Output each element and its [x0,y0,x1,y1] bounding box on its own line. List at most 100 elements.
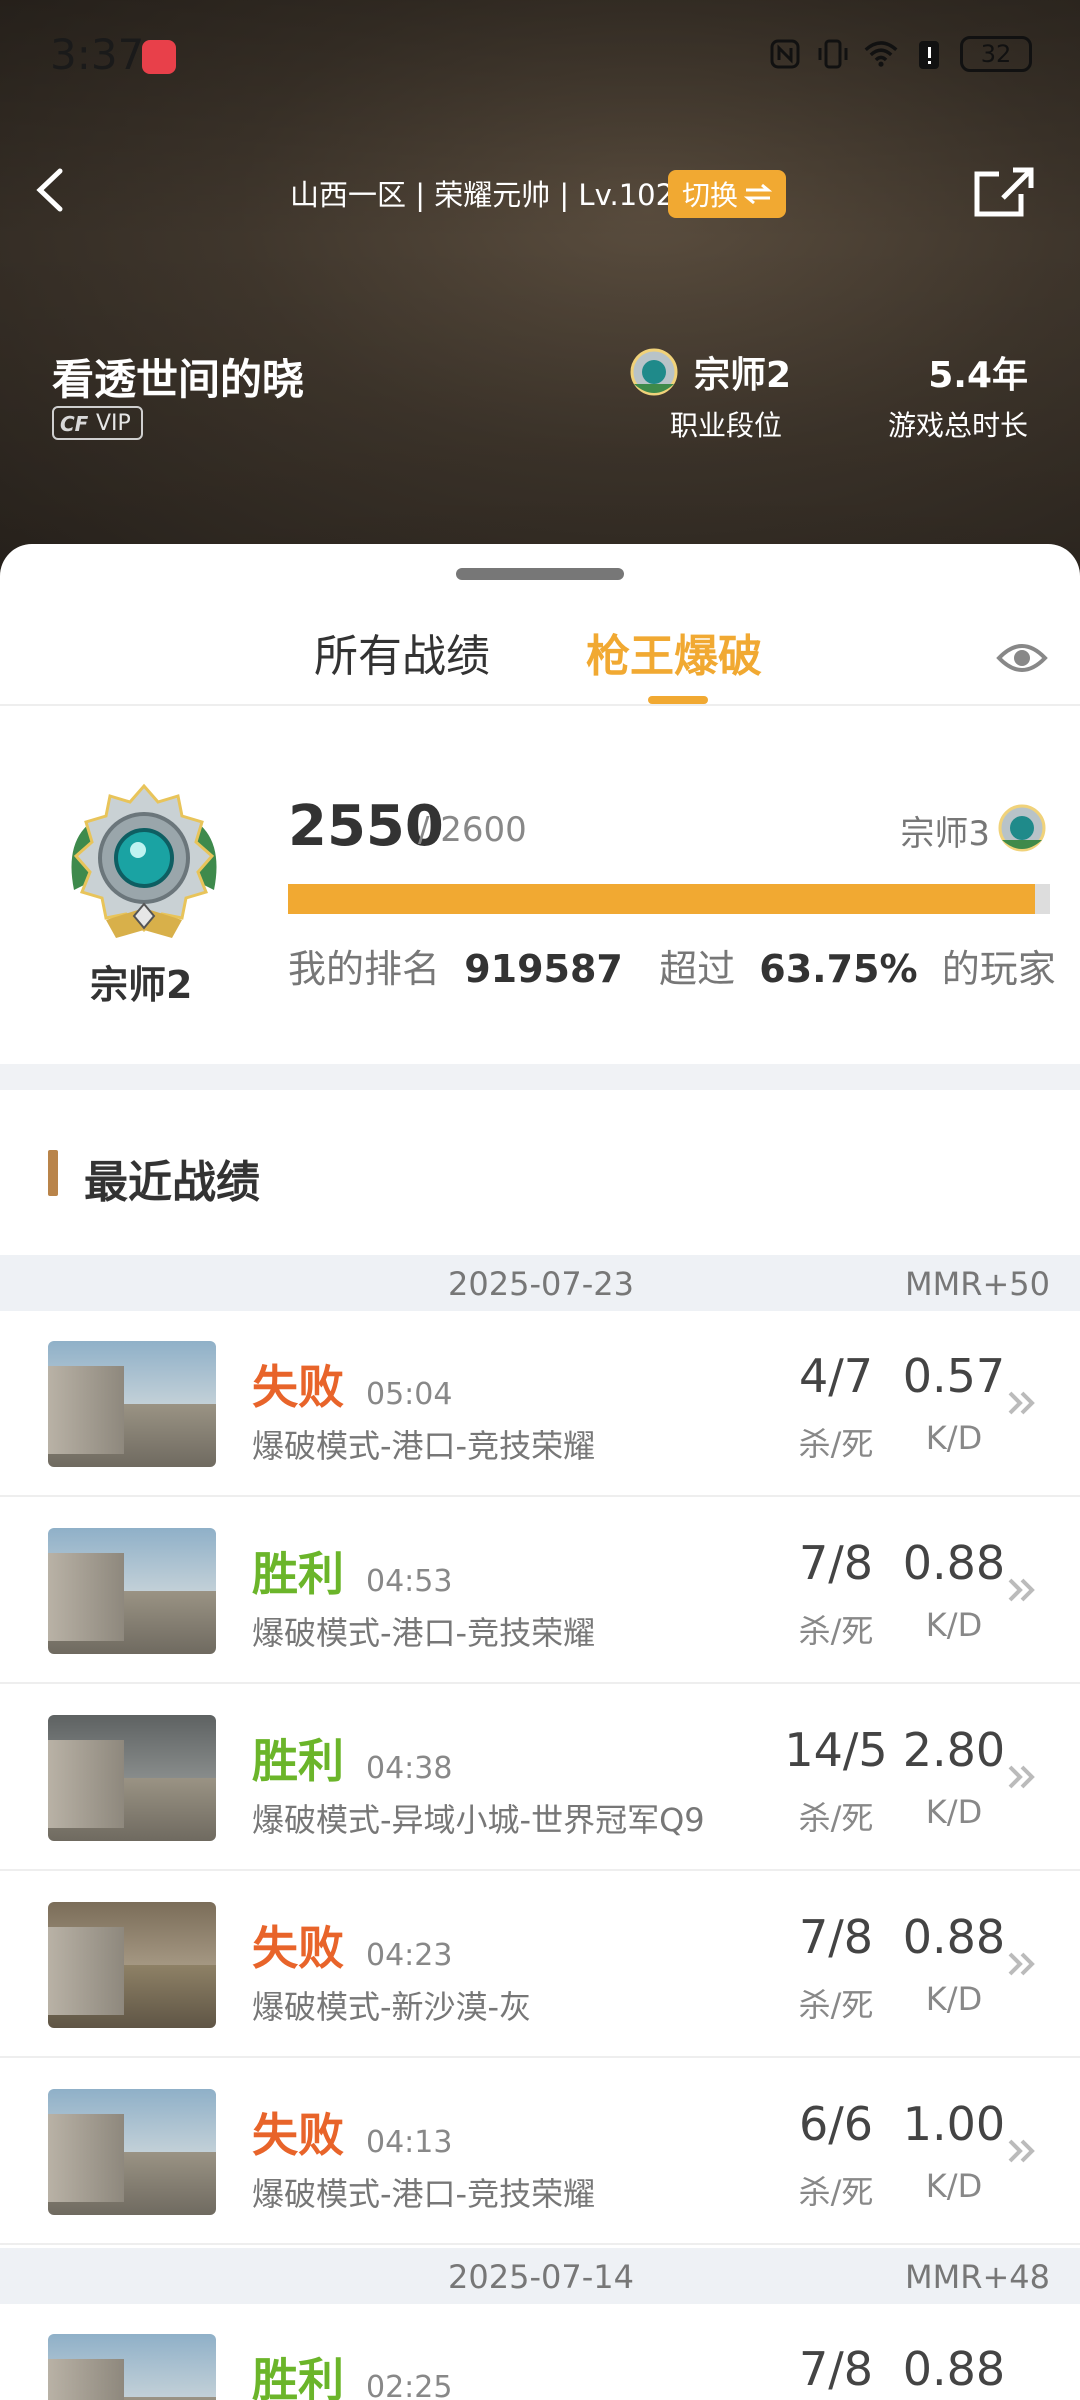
status-time: 3:37 [50,30,145,79]
map-thumbnail [48,2334,216,2400]
current-rank-name: 宗师2 [90,963,193,1007]
match-row[interactable]: 失败 04:13 爆破模式-港口-竞技荣耀 6/6 杀/死 1.00 K/D [0,2059,1080,2245]
back-button[interactable] [20,160,80,220]
section-title-accent [48,1150,58,1196]
chevron-left-icon [36,168,63,212]
kd-ratio: 0.88 [902,1536,1006,1590]
match-duration: 04:13 [366,2125,453,2160]
swap-icon [744,183,773,205]
date-group-header: 2025-07-14 MMR+48 [0,2248,1080,2304]
match-row[interactable]: 胜利 02:25 7/8 0.88 [0,2304,1080,2400]
kd-ratio: 0.88 [902,2342,1006,2396]
switch-label: 切换 [682,179,739,212]
kills-deaths: 6/6 [798,2097,874,2151]
exceed-prefix: 超过 [659,947,736,991]
group-date: 2025-07-14 [448,2258,634,2296]
share-icon [974,167,1034,217]
cf-logo-text: CF [60,412,89,436]
kd-ratio: 2.80 [902,1723,1006,1777]
kills-deaths-label: 杀/死 [798,1799,874,1837]
match-result: 失败 [252,1360,344,1414]
group-mmr: MMR+50 [905,1265,1050,1303]
kd-ratio-label: K/D [925,1980,983,2018]
tab-gunking-demolition[interactable]: 枪王爆破 [586,620,762,684]
server-info: 山西一区 | 荣耀元帅 | Lv.102 [290,178,675,212]
player-name: 看透世间的晓 [52,355,305,404]
battery-alert-icon [912,37,946,71]
kd-ratio-label: K/D [925,1793,983,1831]
kills-deaths: 14/5 [784,1723,888,1777]
match-row[interactable]: 失败 05:04 爆破模式-港口-竞技荣耀 4/7 杀/死 0.57 K/D [0,1311,1080,1497]
playtime-label: 游戏总时长 [887,409,1028,442]
match-duration: 02:25 [366,2370,453,2400]
rank-panel: 宗师2 2550 / 2600 宗师3 我的排名 919587 超过 63.75… [0,706,1080,1064]
kd-ratio: 0.57 [902,1349,1006,1403]
vip-label: VIP [96,410,131,436]
grandmaster-emblem-icon [71,783,217,938]
vip-badge: CF VIP [52,406,143,440]
tab-bar: 所有战绩 枪王爆破 [0,602,1080,706]
status-bar: 3:37 32 [0,0,1080,116]
rank-label: 职业段位 [670,409,783,442]
match-result: 胜利 [252,1547,344,1601]
double-chevron-right-icon [1008,1765,1035,1789]
kd-ratio: 0.88 [902,1910,1006,1964]
rank-progress-bar [288,884,1050,914]
wifi-icon [864,37,898,71]
rank-progress-fill [288,884,1035,914]
double-chevron-right-icon [1008,1391,1035,1415]
kills-deaths-label: 杀/死 [798,1986,874,2024]
kills-deaths-label: 杀/死 [798,1612,874,1650]
next-rank-emblem-icon [998,804,1046,852]
map-thumbnail [48,1902,216,2028]
match-result: 失败 [252,2108,344,2162]
eye-icon[interactable] [996,638,1048,678]
double-chevron-right-icon [1008,2139,1035,2163]
double-chevron-right-icon [1008,1952,1035,1976]
kd-ratio-label: K/D [925,2167,983,2205]
kills-deaths: 7/8 [798,1910,874,1964]
match-row[interactable]: 胜利 04:38 爆破模式-异域小城-世界冠军Q9 14/5 杀/死 2.80 … [0,1685,1080,1871]
rank-prefix: 我的排名 [288,947,441,991]
kills-deaths: 4/7 [798,1349,874,1403]
match-duration: 04:38 [366,1751,453,1786]
section-divider [0,1064,1080,1090]
next-rank-name: 宗师3 [900,814,990,854]
kills-deaths: 7/8 [798,2342,874,2396]
double-chevron-right-icon [1008,1578,1035,1602]
switch-role-button[interactable]: 切换 [668,170,787,218]
match-mode: 爆破模式-港口-竞技荣耀 [252,1614,596,1652]
rank-value: 宗师2 [694,355,792,396]
map-thumbnail [48,1715,216,1841]
tab-all-records[interactable]: 所有战绩 [314,620,490,684]
match-duration: 04:23 [366,1938,453,1973]
nfc-icon [768,37,802,71]
match-row[interactable]: 失败 04:23 爆破模式-新沙漠-灰 7/8 杀/死 0.88 K/D [0,1872,1080,2058]
app-notification-icon [142,40,176,74]
stats-sheet: 所有战绩 枪王爆破 宗师2 2550 / 2600 宗师3 我的排名 91958… [0,544,1080,2400]
playtime-value: 5.4年 [928,355,1028,396]
group-mmr: MMR+48 [905,2258,1050,2296]
vibrate-icon [816,37,850,71]
rank-emblem-small-icon [630,348,678,396]
share-button[interactable] [972,164,1036,220]
kills-deaths-label: 杀/死 [798,1425,874,1463]
kills-deaths-label: 杀/死 [798,2173,874,2211]
date-group-header: 2025-07-23 MMR+50 [0,1255,1080,1311]
drag-handle[interactable] [456,568,624,580]
match-duration: 04:53 [366,1564,453,1599]
kd-ratio: 1.00 [902,2097,1006,2151]
match-duration: 05:04 [366,1377,453,1412]
ranking-summary: 我的排名 919587 超过 63.75% 的玩家 [288,938,1056,993]
match-row[interactable]: 胜利 04:53 爆破模式-港口-竞技荣耀 7/8 杀/死 0.88 K/D [0,1498,1080,1684]
match-result: 胜利 [252,1734,344,1788]
kd-ratio-label: K/D [925,1606,983,1644]
group-date: 2025-07-23 [448,1265,634,1303]
rank-number: 919587 [464,947,623,991]
match-mode: 爆破模式-港口-竞技荣耀 [252,1427,596,1465]
match-result: 失败 [252,1921,344,1975]
match-mode: 爆破模式-异域小城-世界冠军Q9 [252,1801,705,1839]
map-thumbnail [48,1528,216,1654]
exceed-percent: 63.75% [759,947,918,991]
map-thumbnail [48,1341,216,1467]
